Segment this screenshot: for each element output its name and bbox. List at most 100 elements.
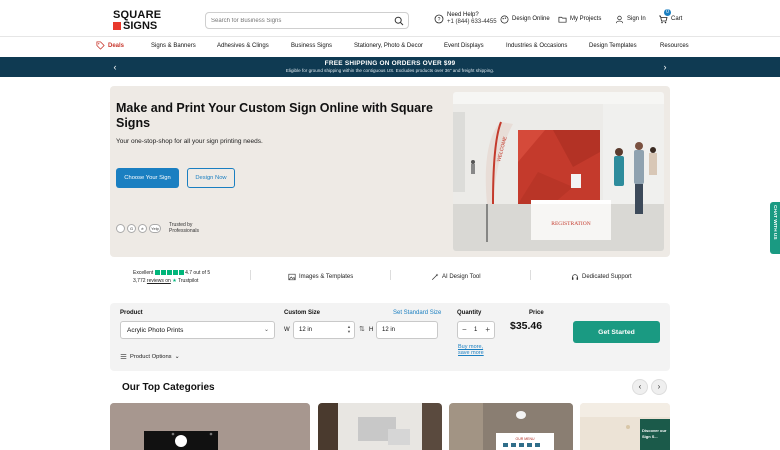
design-online-link[interactable]: Design Online xyxy=(500,11,550,27)
banner-next-arrow-icon[interactable]: › xyxy=(660,61,670,73)
width-value: 12 in xyxy=(299,327,313,333)
star-icon xyxy=(154,270,160,276)
reviews-on: reviews on xyxy=(146,278,171,284)
minus-icon[interactable]: − xyxy=(462,325,467,334)
nav-item-adhesives[interactable]: Adhesives & Clings xyxy=(217,43,269,49)
buy-more-link[interactable]: Buy more, save more xyxy=(458,344,484,356)
quantity-value: 1 xyxy=(474,327,478,333)
link-dimensions-icon[interactable]: ⇅ xyxy=(359,325,365,333)
cart-count-badge: 0 xyxy=(664,9,671,16)
nav-item-resources[interactable]: Resources xyxy=(660,43,689,49)
menu-card-text: OUR MENU xyxy=(515,437,535,441)
rating-label: Excellent xyxy=(133,270,154,276)
trustpilot-label: Trustpilot xyxy=(178,278,199,284)
my-projects-link[interactable]: My Projects xyxy=(558,11,601,27)
design-now-button[interactable]: Design Now xyxy=(187,168,235,188)
chat-with-us-tab[interactable]: CHAT WITH US xyxy=(770,202,780,254)
search-bar[interactable] xyxy=(205,12,409,29)
set-standard-size-link[interactable]: Set Standard Size xyxy=(393,310,441,316)
category-card[interactable]: OUR MENU xyxy=(449,403,573,450)
sliders-icon xyxy=(120,354,127,359)
nav-label-deals: Deals xyxy=(108,42,125,49)
chat-tab-label: CHAT WITH US xyxy=(772,205,777,240)
features-strip: Excellent 4.7 out of 5 3,772 reviews on … xyxy=(110,264,670,288)
promo-card-text-2: Sign S... xyxy=(642,434,658,439)
product-select[interactable]: Acrylic Photo Prints ⌄ xyxy=(120,321,275,339)
site-header: SQUARE SIGNS ? Need Help? +1 (844) 633-4… xyxy=(0,0,780,36)
get-started-button[interactable]: Get Started xyxy=(573,321,660,343)
banner-prev-arrow-icon[interactable]: ‹ xyxy=(110,61,120,73)
trustpilot-rating[interactable]: Excellent 4.7 out of 5 3,772 reviews on … xyxy=(133,269,210,285)
palette-icon xyxy=(500,15,509,23)
plus-icon[interactable]: + xyxy=(485,325,490,334)
help-phone[interactable]: +1 (844) 633-4455 xyxy=(447,19,497,26)
hero-section: Make and Print Your Custom Sign Online w… xyxy=(110,86,670,257)
design-online-label: Design Online xyxy=(512,16,550,22)
cart-link[interactable]: 0 Cart xyxy=(658,9,683,27)
categories-prev-button[interactable]: ‹ xyxy=(632,379,648,395)
cart-label: Cart xyxy=(671,16,683,22)
product-label: Product xyxy=(120,310,143,316)
image-icon xyxy=(288,273,296,281)
star-icon xyxy=(166,270,172,276)
category-image: OUR MENU xyxy=(449,403,573,450)
logo-text-top: SQUARE xyxy=(113,9,162,21)
categories-next-button[interactable]: › xyxy=(651,379,667,395)
product-options-toggle[interactable]: Product Options ⌄ xyxy=(120,353,180,360)
main-nav: Deals Signs & Banners Adhesives & Clings… xyxy=(0,36,780,56)
category-card[interactable]: Discover our Sign S... xyxy=(580,403,670,450)
hero-image: WELCOME REGISTRATION xyxy=(453,92,664,251)
shipping-banner: ‹ FREE SHIPPING ON ORDERS OVER $99 Eligi… xyxy=(0,57,780,77)
review-badge-icon: é xyxy=(138,223,147,233)
feature-support: Dedicated Support xyxy=(571,273,632,281)
rating-stars xyxy=(154,270,184,276)
google-badge-icon: G xyxy=(127,223,136,233)
sign-in-label: Sign In xyxy=(627,16,646,22)
nav-item-event-displays[interactable]: Event Displays xyxy=(444,43,484,49)
quantity-stepper[interactable]: − 1 + xyxy=(457,321,495,339)
help-contact[interactable]: ? Need Help? +1 (844) 633-4455 xyxy=(434,11,497,27)
product-configurator: Product Acrylic Photo Prints ⌄ Custom Si… xyxy=(110,303,670,371)
trusted-label: Trusted by Professionals xyxy=(169,222,200,234)
logo-square xyxy=(113,22,121,30)
event-booth-illustration: WELCOME REGISTRATION xyxy=(453,92,664,251)
width-label: W xyxy=(284,327,290,333)
yelp-badge-icon: Yelp xyxy=(149,223,161,233)
nav-item-deals[interactable]: Deals xyxy=(96,41,124,50)
chevron-down-icon: ⌄ xyxy=(174,354,180,360)
nav-item-signs-banners[interactable]: Signs & Banners xyxy=(151,43,196,49)
star-icon xyxy=(172,270,178,276)
divider xyxy=(250,270,251,280)
svg-text:?: ? xyxy=(438,17,441,23)
help-title: Need Help? xyxy=(447,12,479,18)
height-input[interactable]: 12 in xyxy=(376,321,438,339)
trust-badges: G é Yelp Trusted by Professionals xyxy=(116,222,209,234)
category-card[interactable] xyxy=(318,403,442,450)
width-input[interactable]: 12 in ▲ ▼ xyxy=(293,321,355,339)
width-stepper-icon[interactable]: ▲ ▼ xyxy=(347,324,351,334)
feature-label: Images & Templates xyxy=(299,274,354,280)
brand-logo[interactable]: SQUARE SIGNS xyxy=(113,10,161,32)
nav-item-design-templates[interactable]: Design Templates xyxy=(589,43,637,49)
chevron-down-icon: ⌄ xyxy=(263,327,269,333)
search-input[interactable] xyxy=(211,15,391,27)
magic-wand-icon xyxy=(431,273,439,281)
categories-title: Our Top Categories xyxy=(122,382,215,393)
nav-item-industries[interactable]: Industries & Occasions xyxy=(506,43,567,49)
category-image: Discover our Sign S... xyxy=(580,403,670,450)
sign-in-link[interactable]: Sign In xyxy=(615,11,646,27)
star-icon xyxy=(160,270,166,276)
quantity-label: Quantity xyxy=(457,310,482,316)
category-image xyxy=(110,403,310,450)
save-more-text: save more xyxy=(458,350,484,356)
choose-your-sign-button[interactable]: Choose Your Sign xyxy=(116,168,179,188)
nav-item-business-signs[interactable]: Business Signs xyxy=(291,43,332,49)
price-value: $35.46 xyxy=(510,320,543,332)
headset-icon xyxy=(571,274,579,280)
category-card[interactable] xyxy=(110,403,310,450)
hero-subtitle: Your one-stop-shop for all your sign pri… xyxy=(116,138,263,145)
chevron-right-icon: › xyxy=(657,382,661,391)
search-icon[interactable] xyxy=(394,16,404,26)
nav-item-stationery[interactable]: Stationery, Photo & Decor xyxy=(354,43,423,49)
tag-icon xyxy=(96,41,105,50)
